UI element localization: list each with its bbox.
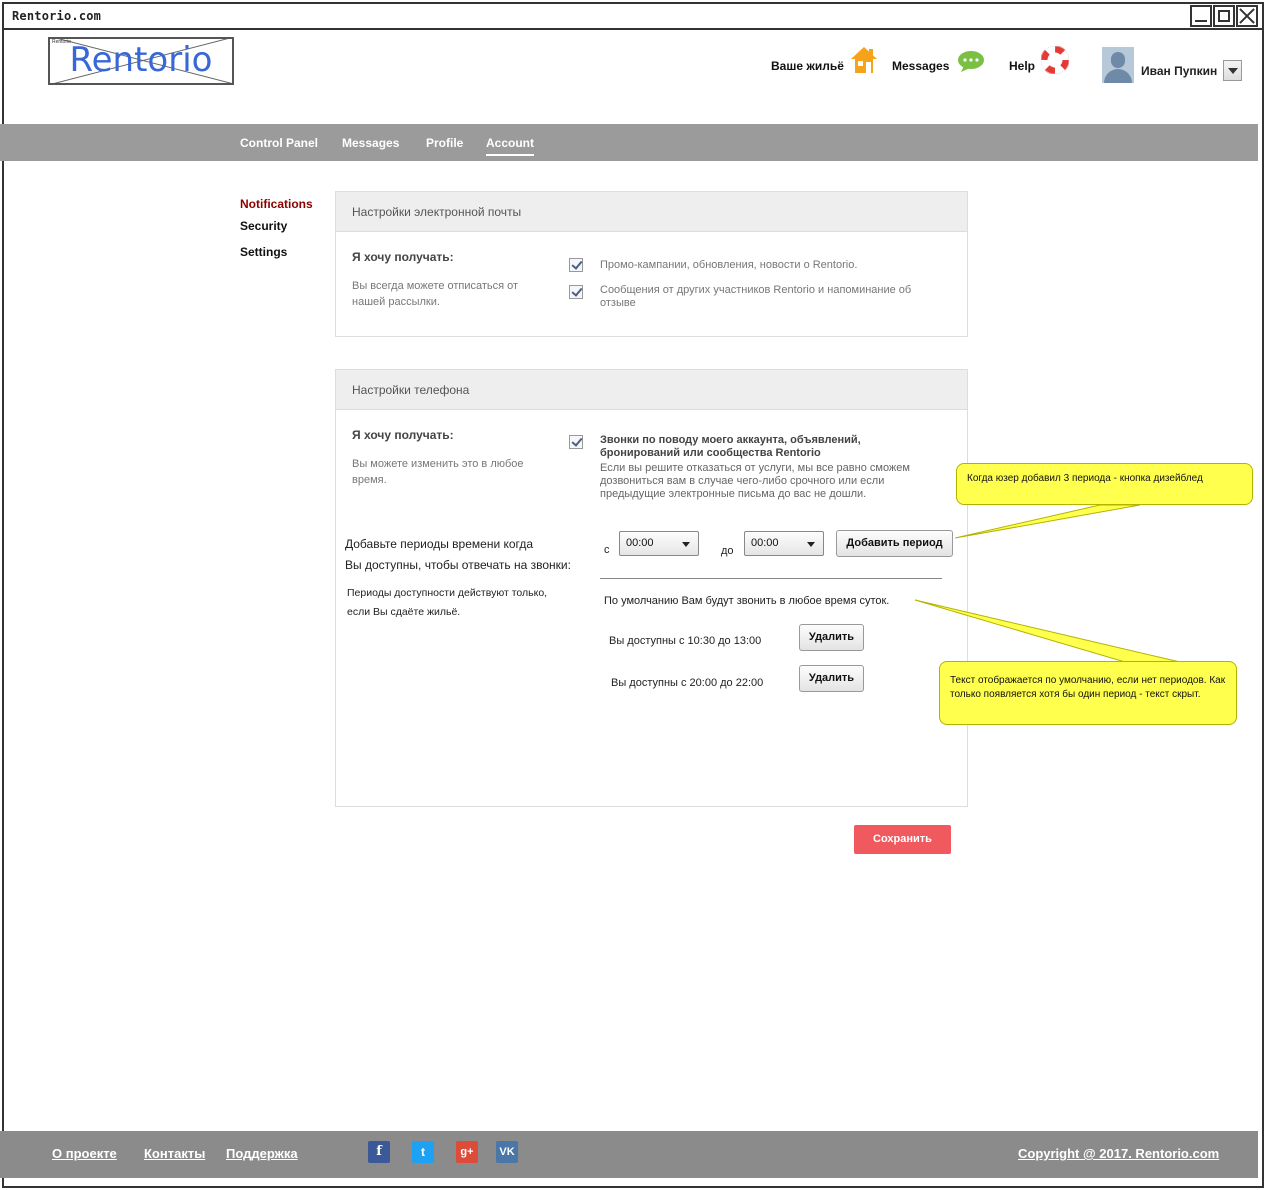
email-want-label: Я хочу получать: [352,250,454,264]
phone-want-label: Я хочу получать: [352,428,454,442]
twitter-icon[interactable]: t [412,1141,434,1163]
vk-icon[interactable]: VK [496,1141,518,1163]
avatar[interactable] [1102,47,1134,83]
house-icon[interactable] [850,46,878,74]
facebook-icon[interactable]: f [368,1141,390,1163]
messages-checkbox[interactable] [569,285,583,299]
lifebuoy-icon[interactable] [1041,46,1069,74]
user-menu-chevron-down-icon[interactable] [1223,60,1242,81]
nav-account[interactable]: Account [486,136,534,156]
divider [600,578,942,579]
promo-label: Промо-кампании, обновления, новости о Re… [600,259,858,271]
delete-period-1-button[interactable]: Удалить [799,624,864,651]
nav-control-panel[interactable]: Control Panel [240,136,318,150]
calls-title: Звонки по поводу моего аккаунта, объявле… [600,434,861,459]
my-housing-link[interactable]: Ваше жильё [771,59,844,73]
from-time-select[interactable]: 00:00 [619,531,699,556]
periods-label-line1: Добавьте периоды времени когда [345,537,534,551]
help-link[interactable]: Help [1009,59,1035,73]
periods-label-line2: Вы доступны, чтобы отвечать на звонки: [345,558,571,572]
main-nav: Control Panel Messages Profile Account [0,124,1258,161]
logo[interactable]: Rentorio Rentorio [48,37,234,85]
calls-description: Если вы решите отказаться от услуги, мы … [600,462,910,500]
messages-option-label: Сообщения от других участников Rentorio … [600,284,912,309]
promo-checkbox[interactable] [569,258,583,272]
user-name[interactable]: Иван Пупкин [1141,64,1217,78]
minimize-button[interactable] [1190,5,1212,27]
period-1-text: Вы доступны с 10:30 до 13:00 [609,635,762,647]
footer-link-contacts[interactable]: Контакты [144,1146,205,1161]
sidebar-item-notifications[interactable]: Notifications [240,197,313,211]
delete-period-2-button[interactable]: Удалить [799,665,864,692]
footer-link-about[interactable]: О проекте [52,1146,117,1161]
email-panel-title: Настройки электронной почты [336,192,967,232]
to-label: до [721,545,734,557]
save-button[interactable]: Сохранить [854,825,951,854]
to-time-select[interactable]: 00:00 [744,531,824,556]
window-title: Rentorio.com [12,9,102,23]
footer-link-support[interactable]: Поддержка [226,1146,298,1161]
google-plus-icon[interactable]: g+ [456,1141,478,1163]
close-button[interactable] [1236,5,1258,27]
phone-hint: Вы можете изменить это в любое время. [352,458,524,486]
phone-panel-title: Настройки телефона [336,370,967,410]
calls-checkbox[interactable] [569,435,583,449]
period-2-text: Вы доступны с 20:00 до 22:00 [611,677,764,689]
logo-text: Rentorio [69,40,213,80]
nav-messages[interactable]: Messages [342,136,399,150]
title-bar: Rentorio.com [4,4,1262,30]
copyright: Copyright @ 2017. Rentorio.com [1018,1146,1220,1161]
default-calls-text: По умолчанию Вам будут звонить в любое в… [604,595,890,607]
email-hint: Вы всегда можете отписаться от нашей рас… [352,280,519,308]
footer: О проекте Контакты Поддержка f t g+ VK C… [0,1131,1258,1178]
messages-link[interactable]: Messages [892,59,949,73]
sidebar-item-settings[interactable]: Settings [240,245,287,259]
nav-profile[interactable]: Profile [426,136,463,150]
add-period-button[interactable]: Добавить период [836,530,953,557]
maximize-button[interactable] [1213,5,1235,27]
window-controls [1189,5,1258,27]
sidebar-item-security[interactable]: Security [240,219,287,233]
chat-bubble-icon[interactable] [956,49,986,73]
annotation-note-add-period: Когда юзер добавил 3 периода - кнопка ди… [956,463,1253,505]
annotation-note-default-text: Текст отображается по умолчанию, если не… [939,661,1237,725]
periods-note: Периоды доступности действуют только, ес… [347,587,548,618]
from-label: с [604,544,610,556]
